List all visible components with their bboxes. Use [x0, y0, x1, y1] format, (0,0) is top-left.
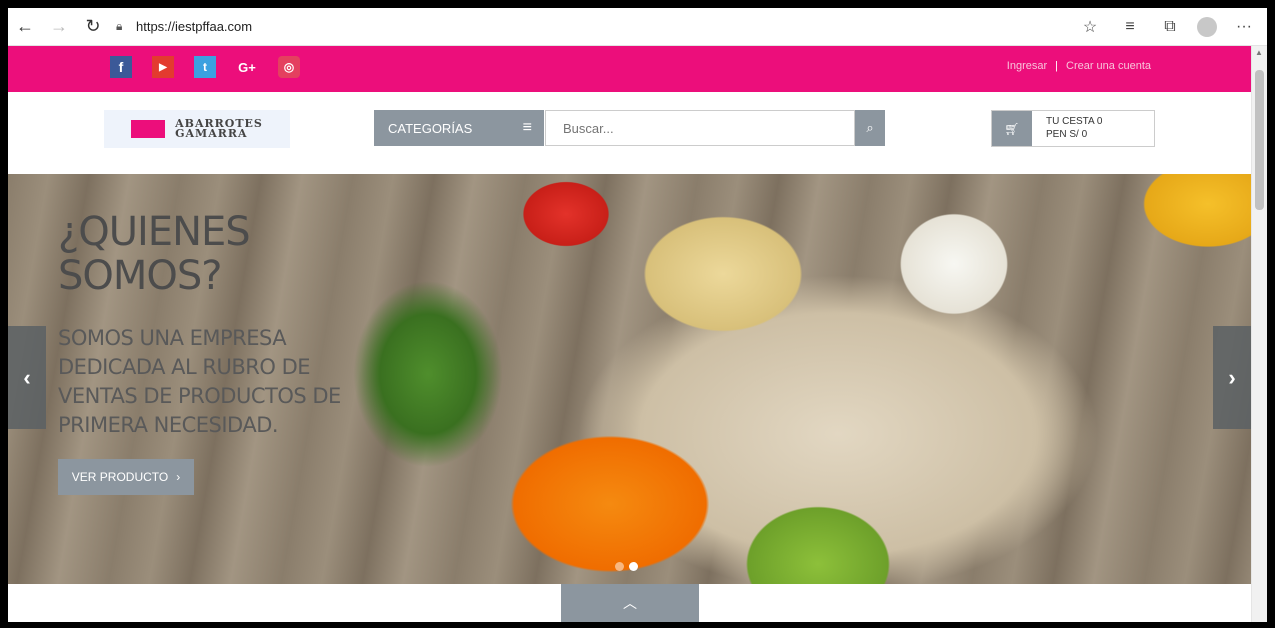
browser-window: ← → ↻ 🔒︎ https://iestpffaa.com ☆ ≡ ⧉ ···… — [8, 8, 1267, 622]
cart-label: TU CESTA 0 — [1046, 116, 1103, 127]
hero-text: SOMOS UNA EMPRESA DEDICADA AL RUBRO DE V… — [58, 326, 341, 437]
favorite-add-icon[interactable]: ☆ — [1077, 17, 1103, 37]
youtube-icon[interactable]: ▶ — [152, 56, 174, 78]
lock-icon[interactable]: 🔒︎ — [116, 19, 136, 34]
profile-icon[interactable] — [1197, 17, 1217, 37]
link-separator: | — [1055, 60, 1058, 72]
collections-icon[interactable]: ⧉ — [1157, 18, 1183, 36]
hero-slider: ¿QUIENES SOMOS? SOMOS UNA EMPRESA DEDICA… — [8, 174, 1251, 584]
chevron-left-icon: ‹ — [23, 364, 31, 390]
categories-button[interactable]: CATEGORÍAS ≡ — [374, 110, 544, 146]
slider-prev-button[interactable]: ‹ — [8, 326, 46, 429]
slider-dots — [615, 562, 638, 571]
scrollbar-thumb[interactable] — [1255, 70, 1264, 210]
slider-next-button[interactable]: › — [1213, 326, 1251, 429]
slider-dot[interactable] — [615, 562, 624, 571]
logo-line-2: GAMARRA — [175, 127, 248, 140]
cart-total: PEN S/ 0 — [1046, 129, 1088, 140]
site-header: ABARROTES GAMARRA CATEGORÍAS ≡ ⌕ 🛒︎ TU C… — [8, 92, 1251, 174]
browser-toolbar: ← → ↻ 🔒︎ https://iestpffaa.com ☆ ≡ ⧉ ··· — [8, 8, 1267, 46]
forward-arrow-icon[interactable]: → — [42, 12, 76, 42]
view-product-button[interactable]: VER PRODUCTO › — [58, 459, 194, 495]
view-product-label: VER PRODUCTO — [71, 470, 169, 484]
chevron-right-icon: › — [176, 470, 181, 484]
search-input[interactable] — [545, 110, 855, 146]
scrollbar[interactable]: ▲ — [1251, 46, 1267, 622]
more-icon[interactable]: ··· — [1231, 18, 1257, 36]
favorites-icon[interactable]: ≡ — [1117, 18, 1143, 36]
page-bottom: ︿ — [8, 584, 1251, 622]
hero-title: ¿QUIENES SOMOS? — [58, 209, 251, 299]
scroll-up-icon[interactable]: ▲ — [1255, 48, 1263, 57]
refresh-icon[interactable]: ↻ — [76, 12, 110, 42]
cart-icon: 🛒︎ — [992, 111, 1032, 146]
twitter-icon[interactable]: t — [194, 56, 216, 78]
logo-text: ABARROTES GAMARRA — [175, 118, 263, 140]
facebook-icon[interactable]: f — [110, 56, 132, 78]
scroll-to-top-button[interactable]: ︿ — [561, 584, 699, 622]
search-icon: ⌕ — [866, 120, 874, 135]
logo-mark — [131, 120, 166, 138]
hamburger-icon: ≡ — [522, 119, 532, 136]
login-link[interactable]: Ingresar — [1007, 60, 1047, 72]
chevron-up-icon: ︿ — [623, 595, 637, 611]
slider-dot-active[interactable] — [629, 562, 638, 571]
search-button[interactable]: ⌕ — [855, 110, 885, 146]
address-bar[interactable]: 🔒︎ https://iestpffaa.com — [116, 19, 252, 34]
site-logo[interactable]: ABARROTES GAMARRA — [104, 110, 290, 148]
categories-label: CATEGORÍAS — [388, 120, 473, 136]
back-arrow-icon[interactable]: ← — [8, 12, 42, 42]
top-bar: f ▶ t G+ ◎ Ingresar | Crear una cuenta — [8, 46, 1251, 92]
cart-summary: TU CESTA 0 PEN S/ 0 — [1032, 111, 1103, 146]
cart-widget[interactable]: 🛒︎ TU CESTA 0 PEN S/ 0 — [991, 110, 1155, 147]
browser-actions: ☆ ≡ ⧉ ··· — [1077, 8, 1257, 46]
chevron-right-icon: › — [1228, 364, 1236, 390]
google-plus-icon[interactable]: G+ — [236, 56, 258, 78]
url-text[interactable]: https://iestpffaa.com — [136, 19, 252, 34]
instagram-icon[interactable]: ◎ — [278, 56, 300, 78]
register-link[interactable]: Crear una cuenta — [1066, 60, 1151, 72]
account-links: Ingresar | Crear una cuenta — [1007, 60, 1151, 72]
